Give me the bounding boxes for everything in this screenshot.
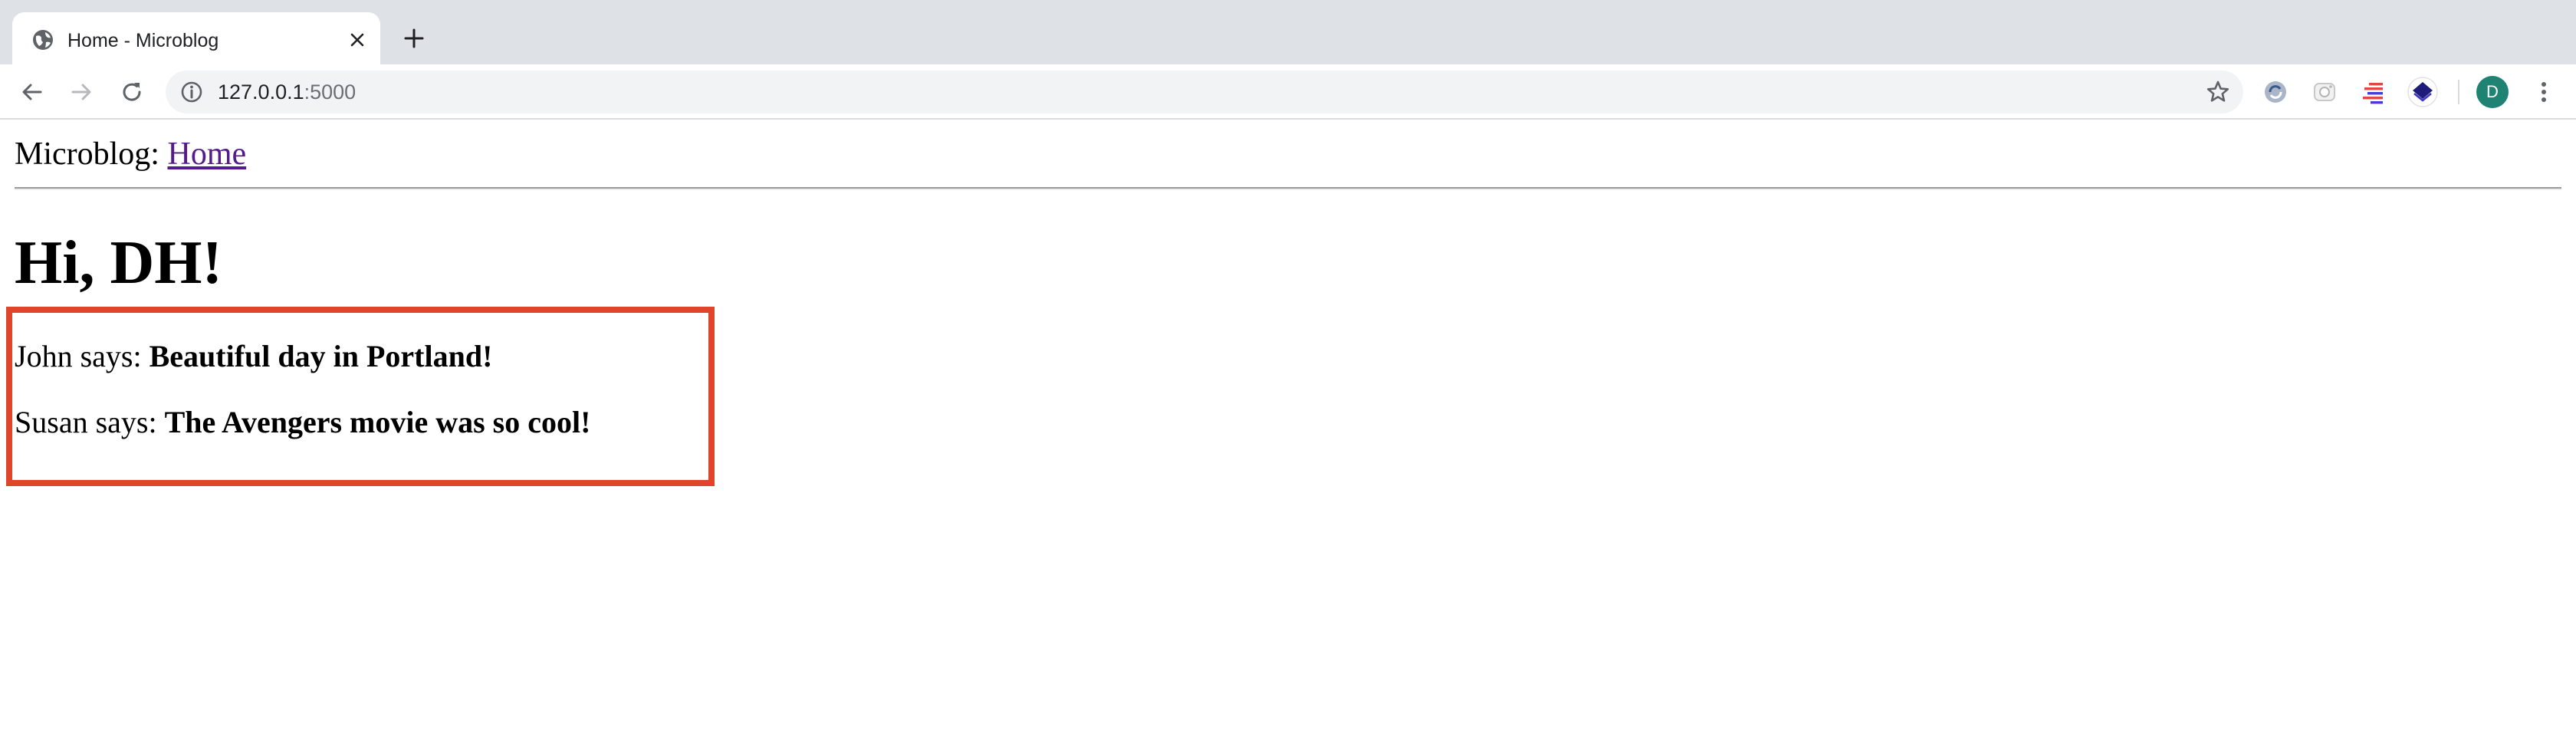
- post-item: Susan says: The Avengers movie was so co…: [15, 402, 590, 443]
- home-link[interactable]: Home: [167, 136, 246, 172]
- post-body: Beautiful day in Portland!: [149, 339, 493, 373]
- url-text[interactable]: 127.0.0.1:5000: [218, 78, 356, 106]
- posts-highlight-box: [6, 307, 715, 486]
- tab-home-microblog[interactable]: Home - Microblog: [12, 12, 380, 64]
- site-info-icon[interactable]: [179, 80, 204, 104]
- site-nav: Microblog: Home: [15, 133, 246, 175]
- kebab-menu-icon[interactable]: [2528, 77, 2559, 107]
- nav-divider: [15, 187, 2561, 190]
- close-tab-icon[interactable]: [345, 28, 370, 52]
- tab-strip: Home - Microblog: [0, 0, 2576, 64]
- site-nav-prefix: Microblog:: [15, 136, 168, 172]
- post-author: John says:: [15, 339, 150, 373]
- layers-extension-icon[interactable]: [2407, 77, 2438, 107]
- list-extension-icon[interactable]: [2358, 77, 2389, 107]
- url-port: :5000: [304, 81, 356, 104]
- new-tab-plus-icon[interactable]: [399, 23, 429, 54]
- page-title: Hi, DH!: [15, 229, 223, 297]
- address-bar[interactable]: 127.0.0.1:5000: [166, 71, 2243, 113]
- forward-arrow-icon[interactable]: [66, 77, 97, 107]
- post-author: Susan says:: [15, 405, 165, 439]
- profile-avatar[interactable]: D: [2476, 76, 2509, 108]
- post-body: The Avengers movie was so cool!: [164, 405, 591, 439]
- tab-title: Home - Microblog: [67, 30, 219, 51]
- reload-icon[interactable]: [117, 77, 147, 107]
- refresh-extension-icon[interactable]: [2260, 77, 2291, 107]
- page-content: Microblog: Home Hi, DH! John says: Beaut…: [0, 121, 2576, 733]
- browser-toolbar: 127.0.0.1:5000 D: [0, 64, 2576, 120]
- url-host: 127.0.0.1: [218, 81, 304, 104]
- camera-extension-icon[interactable]: [2309, 77, 2340, 107]
- back-arrow-icon[interactable]: [17, 77, 48, 107]
- globe-icon: [31, 28, 55, 52]
- post-item: John says: Beautiful day in Portland!: [15, 336, 492, 377]
- toolbar-separator: [2458, 80, 2459, 104]
- bookmark-star-icon[interactable]: [2205, 79, 2231, 105]
